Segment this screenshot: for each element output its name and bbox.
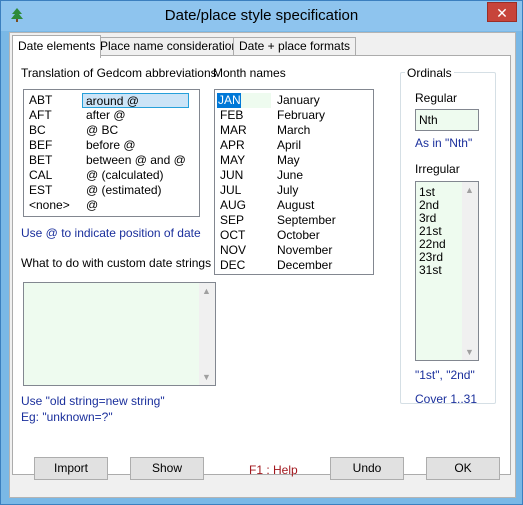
month-abbr[interactable]: SEP: [220, 213, 244, 228]
tab-date-elements[interactable]: Date elements: [12, 35, 102, 58]
gedcom-abbr: <none>: [29, 198, 70, 212]
gedcom-abbr: BC: [29, 123, 46, 137]
custom-header: What to do with custom date strings: [21, 256, 212, 270]
custom-scrollbar[interactable]: ▲ ▼: [199, 283, 215, 385]
title-bar[interactable]: Date/place style specification ✕: [1, 1, 522, 31]
gedcom-value[interactable]: after @: [86, 108, 126, 123]
gedcom-value[interactable]: @ (calculated): [86, 168, 164, 183]
months-list[interactable]: JAN January FEB February MAR March APR April…: [214, 89, 374, 275]
gedcom-value[interactable]: @ BC: [86, 123, 118, 138]
ordinals-header: Ordinals: [405, 66, 454, 80]
gedcom-value[interactable]: @ (estimated): [86, 183, 162, 198]
month-abbr[interactable]: JUL: [220, 183, 241, 198]
tab-place-name-considerations[interactable]: Place name considerations: [94, 37, 251, 56]
gedcom-value-selected[interactable]: around @: [82, 93, 189, 108]
gedcom-value[interactable]: before @: [86, 138, 136, 153]
months-header: Month names: [213, 66, 286, 80]
gedcom-list[interactable]: ABT around @ AFT after @ BC @ BC BEF before …: [23, 89, 200, 217]
month-abbr[interactable]: MAY: [220, 153, 245, 168]
gedcom-value[interactable]: between @ and @: [86, 153, 186, 168]
dialog-window: Date/place style specification ✕ Date el…: [0, 0, 523, 505]
month-name: September: [277, 213, 336, 227]
scroll-down-icon[interactable]: ▼: [202, 372, 211, 382]
month-abbr[interactable]: DEC: [220, 258, 245, 273]
month-name: January: [277, 93, 320, 107]
client-area: Date elements Place name considerations …: [9, 32, 516, 498]
gedcom-abbr: ABT: [29, 93, 53, 107]
month-abbr[interactable]: MAR: [220, 123, 247, 138]
gedcom-abbr: BET: [29, 153, 53, 167]
gedcom-value[interactable]: @: [86, 198, 98, 213]
irregular-scrollbar[interactable]: ▲ ▼: [462, 182, 478, 360]
show-button[interactable]: Show: [130, 457, 204, 480]
month-abbr[interactable]: NOV: [220, 243, 246, 258]
month-name: April: [277, 138, 302, 152]
month-name: July: [277, 183, 299, 197]
month-name: August: [277, 198, 315, 212]
undo-button[interactable]: Undo: [330, 457, 404, 480]
window-title: Date/place style specification: [164, 7, 359, 24]
month-abbr[interactable]: AUG: [220, 198, 246, 213]
custom-strings-textarea[interactable]: ▲ ▼: [23, 282, 216, 386]
close-button[interactable]: ✕: [487, 2, 517, 22]
month-name: June: [277, 168, 304, 182]
month-name: May: [277, 153, 300, 167]
month-name: December: [277, 258, 333, 272]
month-name: October: [277, 228, 320, 242]
custom-hint-format: Use "old string=new string": [21, 394, 165, 408]
date-elements-panel: Translation of Gedcom abbreviations ABT a…: [12, 55, 511, 475]
regular-label: Regular: [415, 91, 458, 105]
tab-date-place-formats[interactable]: Date + place formats: [233, 37, 357, 56]
regular-hint: As in "Nth": [415, 136, 473, 150]
scroll-up-icon[interactable]: ▲: [202, 286, 211, 296]
gedcom-abbr: BEF: [29, 138, 53, 152]
scroll-up-icon[interactable]: ▲: [465, 185, 474, 195]
month-name: February: [277, 108, 326, 122]
month-abbr[interactable]: FEB: [220, 108, 243, 123]
gedcom-abbr: EST: [29, 183, 53, 197]
irregular-label: Irregular: [415, 162, 460, 176]
gedcom-hint: Use @ to indicate position of date: [21, 226, 201, 240]
gedcom-header: Translation of Gedcom abbreviations: [21, 66, 217, 80]
ok-button[interactable]: OK: [426, 457, 500, 480]
scroll-down-icon[interactable]: ▼: [465, 347, 474, 357]
month-abbr-edit[interactable]: [241, 93, 271, 108]
import-button[interactable]: Import: [34, 457, 108, 480]
month-abbr[interactable]: JUN: [220, 168, 243, 183]
regular-ordinal-input[interactable]: Nth: [415, 109, 479, 131]
month-name: November: [277, 243, 333, 257]
month-abbr[interactable]: APR: [220, 138, 245, 153]
irregular-item: 31st: [419, 263, 442, 277]
month-name: March: [277, 123, 311, 137]
month-abbr[interactable]: OCT: [220, 228, 245, 243]
cover-range: Cover 1..31: [415, 392, 478, 406]
custom-hint-example: Eg: "unknown=?": [21, 410, 113, 424]
irregular-ordinals-textarea[interactable]: 1st 2nd 3rd 21st 22nd 23rd 31st ▲ ▼: [415, 181, 479, 361]
irregular-hint: "1st", "2nd": [415, 368, 475, 382]
gedcom-abbr: CAL: [29, 168, 53, 182]
month-abbr-selected[interactable]: JAN: [217, 93, 241, 108]
gedcom-abbr: AFT: [29, 108, 52, 122]
f1-help-label: F1 : Help: [249, 463, 298, 477]
